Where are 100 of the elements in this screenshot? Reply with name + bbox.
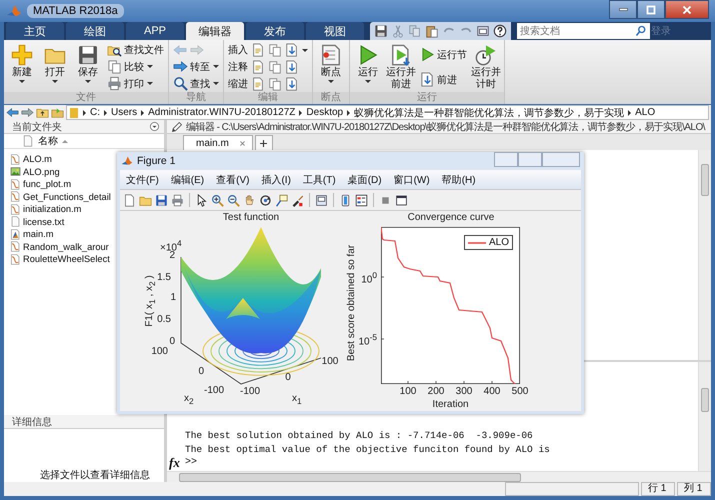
ribbon-button[interactable]: 新建 xyxy=(7,42,37,92)
minimize-button[interactable] xyxy=(609,0,637,19)
ribbon-tab[interactable]: 编辑器 xyxy=(186,22,244,40)
printer-icon[interactable] xyxy=(171,194,184,206)
zoom-in-icon[interactable] xyxy=(211,194,224,206)
path-segment[interactable]: Users xyxy=(111,107,138,118)
file-item[interactable]: Random_walk_arour xyxy=(4,240,113,253)
forward-arrow-icon[interactable] xyxy=(21,106,34,119)
function-browser-button[interactable]: fx xyxy=(167,454,183,470)
rotate-icon[interactable] xyxy=(259,194,272,206)
tick-label: 500 xyxy=(512,386,528,398)
menu-item[interactable]: 插入(I) xyxy=(255,172,297,186)
ribbon-button[interactable]: 比较 xyxy=(107,59,144,74)
colorbar-icon[interactable] xyxy=(339,194,352,206)
caret-icon[interactable] xyxy=(147,82,153,86)
column-header[interactable]: 名称 xyxy=(38,134,58,148)
horizontal-scrollbar[interactable] xyxy=(167,471,711,482)
stopwatch-icon xyxy=(475,44,497,66)
document-icon[interactable] xyxy=(251,60,265,74)
path-segment[interactable]: C: xyxy=(90,107,100,118)
menu-item[interactable]: 帮助(H) xyxy=(436,172,482,186)
hand-icon[interactable] xyxy=(243,194,256,206)
path-segment[interactable]: Desktop xyxy=(306,107,344,118)
scrollbar[interactable] xyxy=(698,362,711,471)
menu-item[interactable]: 窗口(W) xyxy=(388,172,436,186)
group-label: 导航 xyxy=(169,92,223,104)
file-item[interactable]: main.m xyxy=(4,228,113,240)
new-tab-button[interactable] xyxy=(254,135,273,150)
scrollbar[interactable] xyxy=(698,150,711,360)
window-icon[interactable] xyxy=(395,194,408,206)
ribbon-tab[interactable]: 视图 xyxy=(306,22,364,40)
path-segment[interactable]: 蚁狮优化算法是一种群智能优化算法，调节参数少，易于实现 xyxy=(354,106,624,119)
menu-item[interactable]: 查看(V) xyxy=(210,172,256,186)
ribbon-button[interactable]: 运行 xyxy=(353,42,383,92)
ribbon-tab[interactable]: APP xyxy=(126,22,184,40)
document-icon[interactable] xyxy=(251,76,265,91)
window-icon[interactable] xyxy=(476,24,490,38)
separator-icon xyxy=(347,110,350,116)
back-arrow-icon[interactable] xyxy=(6,106,19,119)
editor-tab[interactable]: main.m xyxy=(183,135,253,150)
up-folder-icon[interactable] xyxy=(36,106,49,119)
file-item[interactable]: ALO.png xyxy=(4,166,113,178)
image-file-icon xyxy=(10,166,21,178)
left-arrow-icon xyxy=(173,43,187,57)
axis-label: Best score obtained so far xyxy=(346,244,358,362)
pointer-icon[interactable] xyxy=(195,194,208,206)
ribbon-tab[interactable]: 主页 xyxy=(6,22,64,40)
file-item[interactable]: ALO.m xyxy=(4,153,113,166)
path-segment[interactable]: ALO xyxy=(635,107,656,118)
brush-icon[interactable] xyxy=(291,194,304,206)
search-field[interactable]: 搜索文档 xyxy=(517,23,635,39)
caret-icon[interactable] xyxy=(302,48,308,52)
menu-item[interactable]: 工具(T) xyxy=(296,172,342,186)
path-segment[interactable]: Administrator.WIN7U-20180127Z xyxy=(148,107,296,118)
ribbon-button[interactable]: 运行并计时 xyxy=(471,42,501,92)
ribbon-button[interactable]: 运行节 xyxy=(420,47,467,62)
link-icon[interactable] xyxy=(315,194,328,206)
ribbon-tab[interactable]: 绘图 xyxy=(66,22,124,40)
tick-label: 300 xyxy=(456,386,472,398)
clipboard-icon[interactable] xyxy=(425,24,439,38)
documents-icon[interactable] xyxy=(268,76,282,91)
maximize-button[interactable] xyxy=(637,0,665,19)
address-field[interactable]: C: Users Administrator.WIN7U-20180127Z Desktop 蚁狮优化算法是一种群智能优化算法，调节参数少，易于实现 ALO xyxy=(66,105,709,120)
document-arrow-icon[interactable] xyxy=(285,60,299,74)
file-item[interactable]: license.txt xyxy=(4,216,113,228)
figure-window[interactable] xyxy=(117,152,584,414)
file-item[interactable]: Get_Functions_detail xyxy=(4,190,113,203)
zoom-out-icon[interactable] xyxy=(227,194,240,206)
documents-icon[interactable] xyxy=(268,60,282,74)
ribbon-button[interactable]: 查找文件 xyxy=(107,42,164,58)
help-icon[interactable] xyxy=(493,24,507,38)
menu-item[interactable]: 文件(F) xyxy=(120,172,165,186)
ribbon-button[interactable]: 断点 xyxy=(316,42,346,92)
legend-icon[interactable] xyxy=(355,194,368,206)
ribbon-button[interactable]: 运行并前进 xyxy=(386,42,416,92)
menu-item[interactable]: 编辑(E) xyxy=(164,172,210,186)
ribbon-button[interactable]: 前进 xyxy=(420,72,457,87)
options-icon[interactable] xyxy=(149,121,160,132)
file-item[interactable]: initialization.m xyxy=(4,203,113,216)
search-icon[interactable] xyxy=(635,25,647,37)
file-item[interactable]: RouletteWheelSelect xyxy=(4,253,113,266)
ribbon-tab[interactable]: 发布 xyxy=(246,22,304,40)
file-item[interactable]: func_plot.m xyxy=(4,178,113,190)
ribbon-button[interactable]: 转至 xyxy=(173,59,210,74)
ribbon-button[interactable]: 打开 xyxy=(40,42,70,92)
caret-icon[interactable] xyxy=(213,82,219,85)
ribbon-button[interactable]: 打印 xyxy=(107,76,144,92)
ribbon-button[interactable]: 保存 xyxy=(73,42,103,92)
new-file-icon[interactable] xyxy=(123,194,136,206)
caret-icon[interactable] xyxy=(213,65,219,68)
menu-item[interactable]: 桌面(D) xyxy=(342,172,388,186)
close-button[interactable] xyxy=(665,0,709,19)
ribbon-button[interactable]: 查找 xyxy=(173,76,210,91)
documents-icon[interactable] xyxy=(268,43,282,58)
data-cursor-icon[interactable] xyxy=(275,194,288,206)
document-arrow-icon[interactable] xyxy=(285,43,299,58)
command-prompt[interactable]: >> xyxy=(185,457,198,468)
document-arrow-icon[interactable] xyxy=(285,76,299,91)
document-icon[interactable] xyxy=(251,43,265,58)
caret-icon[interactable] xyxy=(147,65,153,68)
